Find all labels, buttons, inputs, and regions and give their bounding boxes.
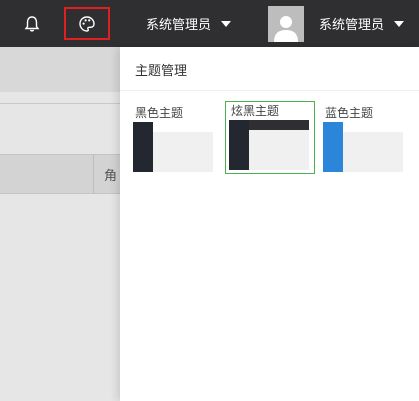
notifications-button[interactable]: [20, 12, 44, 36]
chevron-down-icon: [221, 20, 232, 27]
thumbnail-sidebar: [229, 120, 249, 170]
theme-option-label: 黑色主题: [135, 106, 184, 120]
avatar[interactable]: [268, 6, 304, 42]
chevron-down-icon: [394, 20, 405, 27]
thumbnail-topbar: [153, 122, 213, 132]
top-header-bar: 系统管理员 系统管理员: [0, 0, 419, 47]
drawer-divider: [120, 90, 419, 91]
theme-thumbnail: [229, 120, 309, 170]
background-divider: [0, 103, 120, 104]
background-toolbar: [0, 47, 120, 92]
theme-option-dark[interactable]: 炫黑主题: [225, 101, 315, 174]
thumbnail-sidebar: [133, 122, 153, 172]
column-header-role: 角: [104, 169, 118, 184]
thumbnail-topbar: [343, 122, 403, 132]
thumbnail-topbar: [249, 120, 309, 130]
theme-drawer: 主题管理 黑色主题 炫黑主题 蓝色主题: [120, 47, 419, 401]
user-menu-label-right: 系统管理员: [319, 18, 385, 33]
user-menu-dropdown[interactable]: 系统管理员: [146, 0, 232, 47]
theme-option-label: 蓝色主题: [325, 106, 374, 120]
theme-option-black[interactable]: 黑色主题: [133, 104, 215, 172]
bell-icon: [24, 16, 40, 32]
palette-icon: [79, 15, 95, 32]
background-table-header: 角: [0, 154, 120, 194]
theme-thumbnail: [133, 122, 213, 172]
theme-thumbnail: [323, 122, 403, 172]
theme-option-blue[interactable]: 蓝色主题: [323, 104, 405, 172]
theme-option-label: 炫黑主题: [231, 104, 280, 118]
thumbnail-sidebar: [323, 122, 343, 172]
theme-button[interactable]: [64, 7, 110, 40]
user-menu-label: 系统管理员: [146, 18, 212, 33]
user-icon: [274, 16, 298, 42]
column-divider: [93, 155, 94, 193]
user-menu-dropdown-right[interactable]: 系统管理员: [319, 0, 405, 47]
drawer-title: 主题管理: [135, 64, 188, 79]
